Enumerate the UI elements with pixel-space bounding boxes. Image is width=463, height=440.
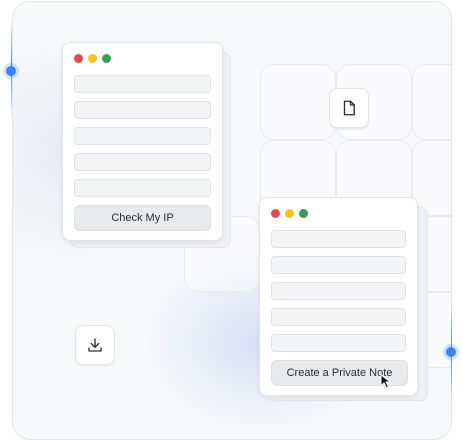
ip-field-3[interactable]	[74, 127, 211, 145]
maximize-dot[interactable]	[102, 54, 111, 63]
document-icon	[343, 100, 355, 116]
note-field-4[interactable]	[271, 308, 406, 326]
download-icon	[88, 338, 102, 352]
minimize-dot[interactable]	[285, 209, 294, 218]
close-dot[interactable]	[271, 209, 280, 218]
note-field-2[interactable]	[271, 256, 406, 274]
accent-dot-right	[446, 347, 456, 357]
minimize-dot[interactable]	[88, 54, 97, 63]
ip-field-5[interactable]	[74, 179, 211, 197]
download-icon-card[interactable]	[75, 325, 115, 365]
grid-tile	[412, 140, 451, 216]
grid-tile	[260, 64, 336, 140]
cursor-arrow-icon	[380, 374, 392, 389]
private-note-window: Create a Private Note	[259, 197, 418, 396]
check-my-ip-button[interactable]: Check My IP	[74, 205, 211, 231]
ip-field-2[interactable]	[74, 101, 211, 119]
note-field-5[interactable]	[271, 334, 406, 352]
close-dot[interactable]	[74, 54, 83, 63]
ip-field-1[interactable]	[74, 75, 211, 93]
note-field-1[interactable]	[271, 230, 406, 248]
grid-tile	[412, 64, 451, 140]
maximize-dot[interactable]	[299, 209, 308, 218]
ip-check-window: Check My IP	[62, 42, 223, 241]
ip-field-4[interactable]	[74, 153, 211, 171]
window-controls	[271, 209, 308, 218]
document-icon-card[interactable]	[329, 88, 369, 128]
note-field-3[interactable]	[271, 282, 406, 300]
window-controls	[74, 54, 111, 63]
accent-dot-left	[6, 66, 16, 76]
